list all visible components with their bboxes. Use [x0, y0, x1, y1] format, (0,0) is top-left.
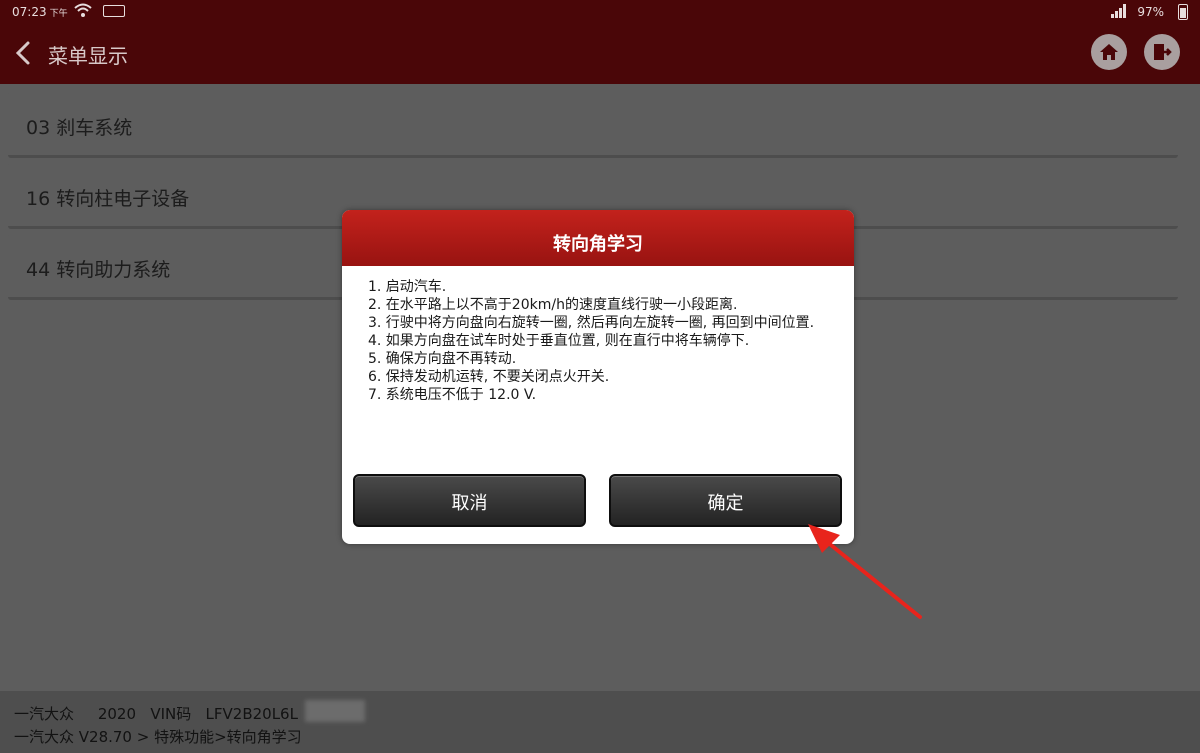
footer-info-bar: 一汽大众 2020 VIN码 LFV2B20L6L 一汽大众 V28.70 > … [0, 691, 1200, 753]
home-button[interactable] [1091, 34, 1127, 70]
title-bar: 菜单显示 [0, 26, 1200, 84]
dialog-title: 转向角学习 [342, 210, 854, 266]
instruction-line: 1. 启动汽车. [368, 279, 447, 295]
instruction-line: 4. 如果方向盘在试车时处于垂直位置, 则在直行中将车辆停下. [368, 333, 750, 349]
cancel-button[interactable]: 取消 [353, 474, 586, 527]
instruction-line: 7. 系统电压不低于 12.0 V. [368, 387, 537, 403]
vin-redaction [305, 700, 365, 722]
confirm-button[interactable]: 确定 [609, 474, 842, 527]
exit-icon [1154, 44, 1172, 60]
page-title: 菜单显示 [48, 44, 128, 68]
instruction-line: 5. 确保方向盘不再转动. [368, 351, 517, 367]
device-battery-icon [103, 5, 125, 17]
wifi-icon [74, 3, 92, 17]
battery-icon [1178, 4, 1188, 20]
instruction-line: 6. 保持发动机运转, 不要关闭点火开关. [368, 369, 610, 385]
instruction-line: 2. 在水平路上以不高于20km/h的速度直线行驶一小段距离. [368, 297, 738, 313]
back-arrow-icon[interactable] [10, 38, 36, 68]
clock: 07:23 下午 [12, 5, 68, 19]
home-icon [1100, 44, 1118, 60]
exit-button[interactable] [1144, 34, 1180, 70]
instruction-line: 3. 行驶中将方向盘向右旋转一圈, 然后再向左旋转一圈, 再回到中间位置. [368, 315, 815, 331]
battery-percent: 97% [1137, 5, 1164, 19]
steering-angle-learning-dialog: 转向角学习 1. 启动汽车. 2. 在水平路上以不高于20km/h的速度直线行驶… [342, 210, 854, 544]
menu-item-brake-system[interactable]: 03 刹车系统 [8, 92, 1178, 158]
dialog-instructions: 1. 启动汽车. 2. 在水平路上以不高于20km/h的速度直线行驶一小段距离.… [342, 266, 854, 404]
breadcrumb: 一汽大众 V28.70 > 特殊功能>转向角学习 [14, 728, 302, 746]
status-bar: 07:23 下午 97% [0, 0, 1200, 26]
signal-icon [1111, 4, 1126, 18]
vehicle-info: 一汽大众 2020 VIN码 LFV2B20L6L [14, 705, 298, 723]
